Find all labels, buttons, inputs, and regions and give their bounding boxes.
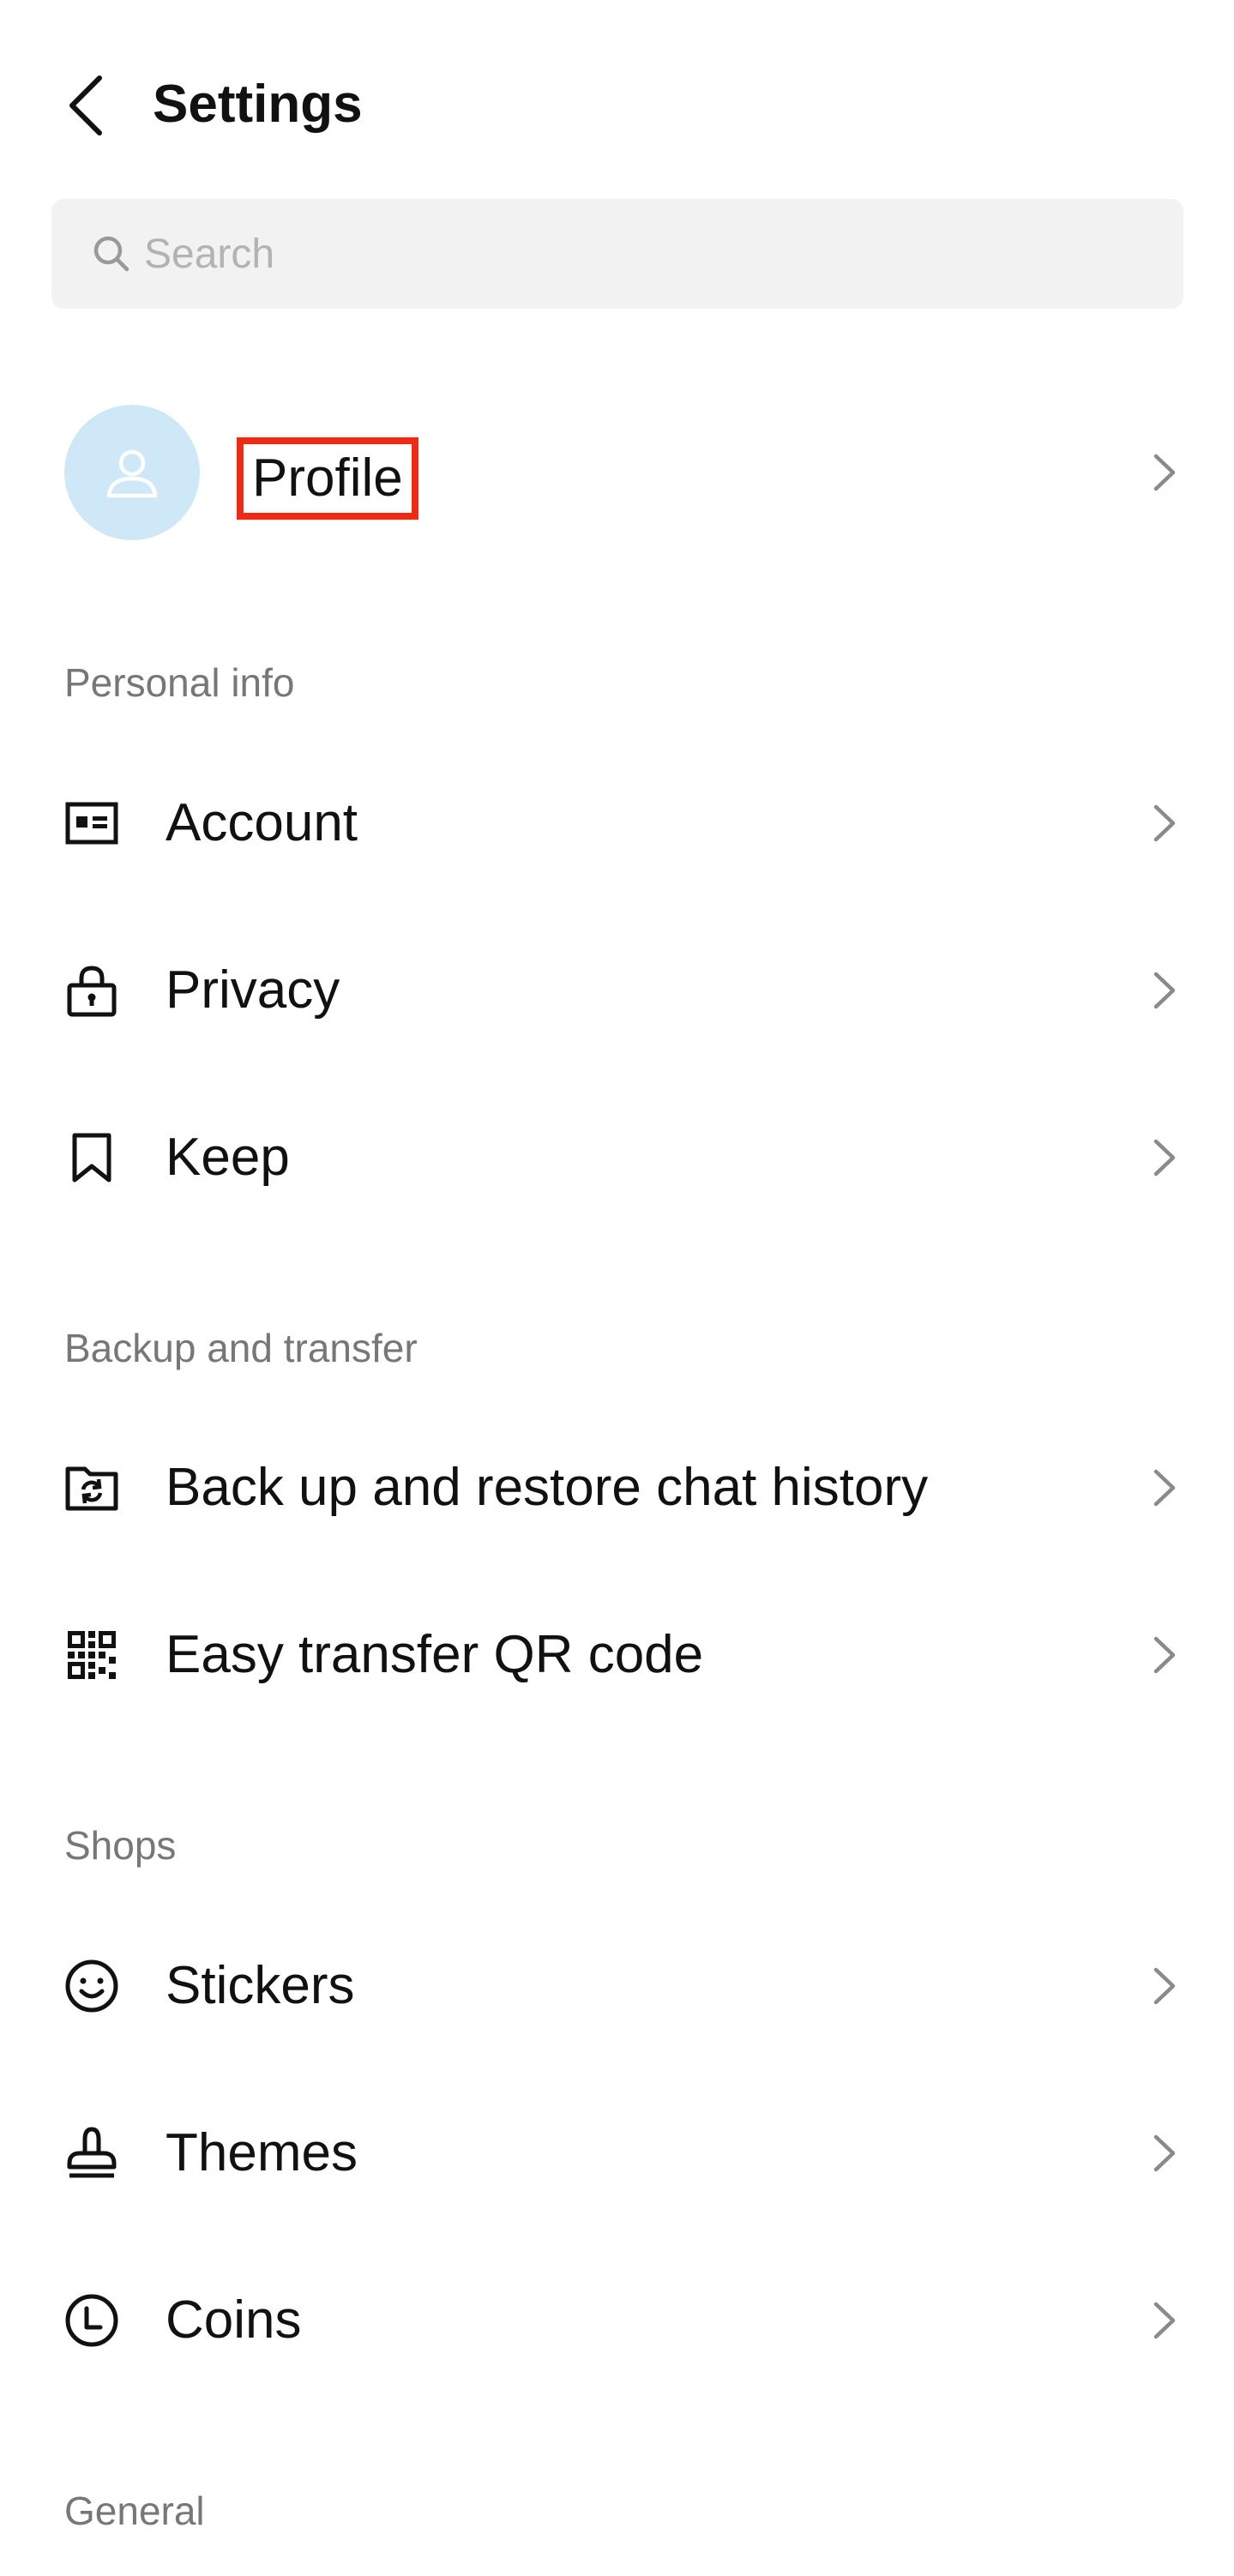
- settings-item-label: Themes: [166, 2123, 358, 2182]
- chevron-right-icon: [1153, 1967, 1176, 2005]
- lock-icon: [67, 966, 117, 1017]
- section-header-backup-and-transfer: Backup and transfer: [64, 1326, 418, 1370]
- settings-item-backup-restore[interactable]: Back up and restore chat history: [0, 1404, 1234, 1572]
- chevron-right-icon: [1153, 1139, 1176, 1177]
- chevron-right-icon: [1153, 1469, 1176, 1507]
- settings-item-label: Stickers: [166, 1956, 355, 2015]
- user-icon: [106, 449, 158, 498]
- search-icon: [93, 235, 130, 273]
- section-header-personal-info: Personal info: [64, 660, 295, 705]
- settings-item-label: Easy transfer QR code: [166, 1625, 704, 1684]
- chevron-right-icon: [1153, 804, 1176, 842]
- folder-sync-icon: [65, 1466, 118, 1511]
- qr-code-icon: [68, 1631, 116, 1679]
- smiley-icon: [65, 1959, 118, 2013]
- section-header-shops: Shops: [64, 1823, 177, 1868]
- settings-screen: Settings Profile Personal info: [0, 0, 1234, 2576]
- settings-item-label: Privacy: [166, 960, 340, 1020]
- profile-label: Profile: [237, 437, 418, 520]
- stamp-icon: [67, 2127, 117, 2178]
- back-button[interactable]: [53, 67, 118, 144]
- avatar: [64, 405, 200, 540]
- settings-item-label: Keep: [166, 1128, 290, 1187]
- section-header-general: General: [64, 2489, 205, 2533]
- settings-item-themes[interactable]: Themes: [0, 2069, 1234, 2237]
- id-card-icon: [65, 802, 118, 845]
- search-input[interactable]: [142, 219, 1132, 289]
- chevron-right-icon: [1153, 2134, 1176, 2172]
- chevron-right-icon: [1153, 454, 1176, 491]
- settings-item-privacy[interactable]: Privacy: [0, 906, 1234, 1074]
- chevron-right-icon: [1153, 2302, 1176, 2339]
- header: Settings: [0, 0, 1234, 197]
- chevron-left-icon: [69, 75, 102, 135]
- settings-item-coins[interactable]: Coins: [0, 2236, 1234, 2404]
- bookmark-icon: [72, 1133, 111, 1183]
- search-bar[interactable]: [51, 199, 1183, 309]
- settings-item-keep[interactable]: Keep: [0, 1074, 1234, 1242]
- settings-item-label: Back up and restore chat history: [166, 1458, 929, 1517]
- settings-item-stickers[interactable]: Stickers: [0, 1902, 1234, 2070]
- settings-item-label: Account: [166, 793, 358, 852]
- settings-item-easy-transfer-qr[interactable]: Easy transfer QR code: [0, 1571, 1234, 1739]
- page-title: Settings: [153, 75, 363, 134]
- clock-coin-icon: [65, 2294, 118, 2347]
- chevron-right-icon: [1153, 1636, 1176, 1674]
- profile-row[interactable]: Profile: [0, 384, 1234, 561]
- chevron-right-icon: [1153, 972, 1176, 1009]
- settings-item-label: Coins: [166, 2290, 302, 2350]
- settings-item-account[interactable]: Account: [0, 739, 1234, 907]
